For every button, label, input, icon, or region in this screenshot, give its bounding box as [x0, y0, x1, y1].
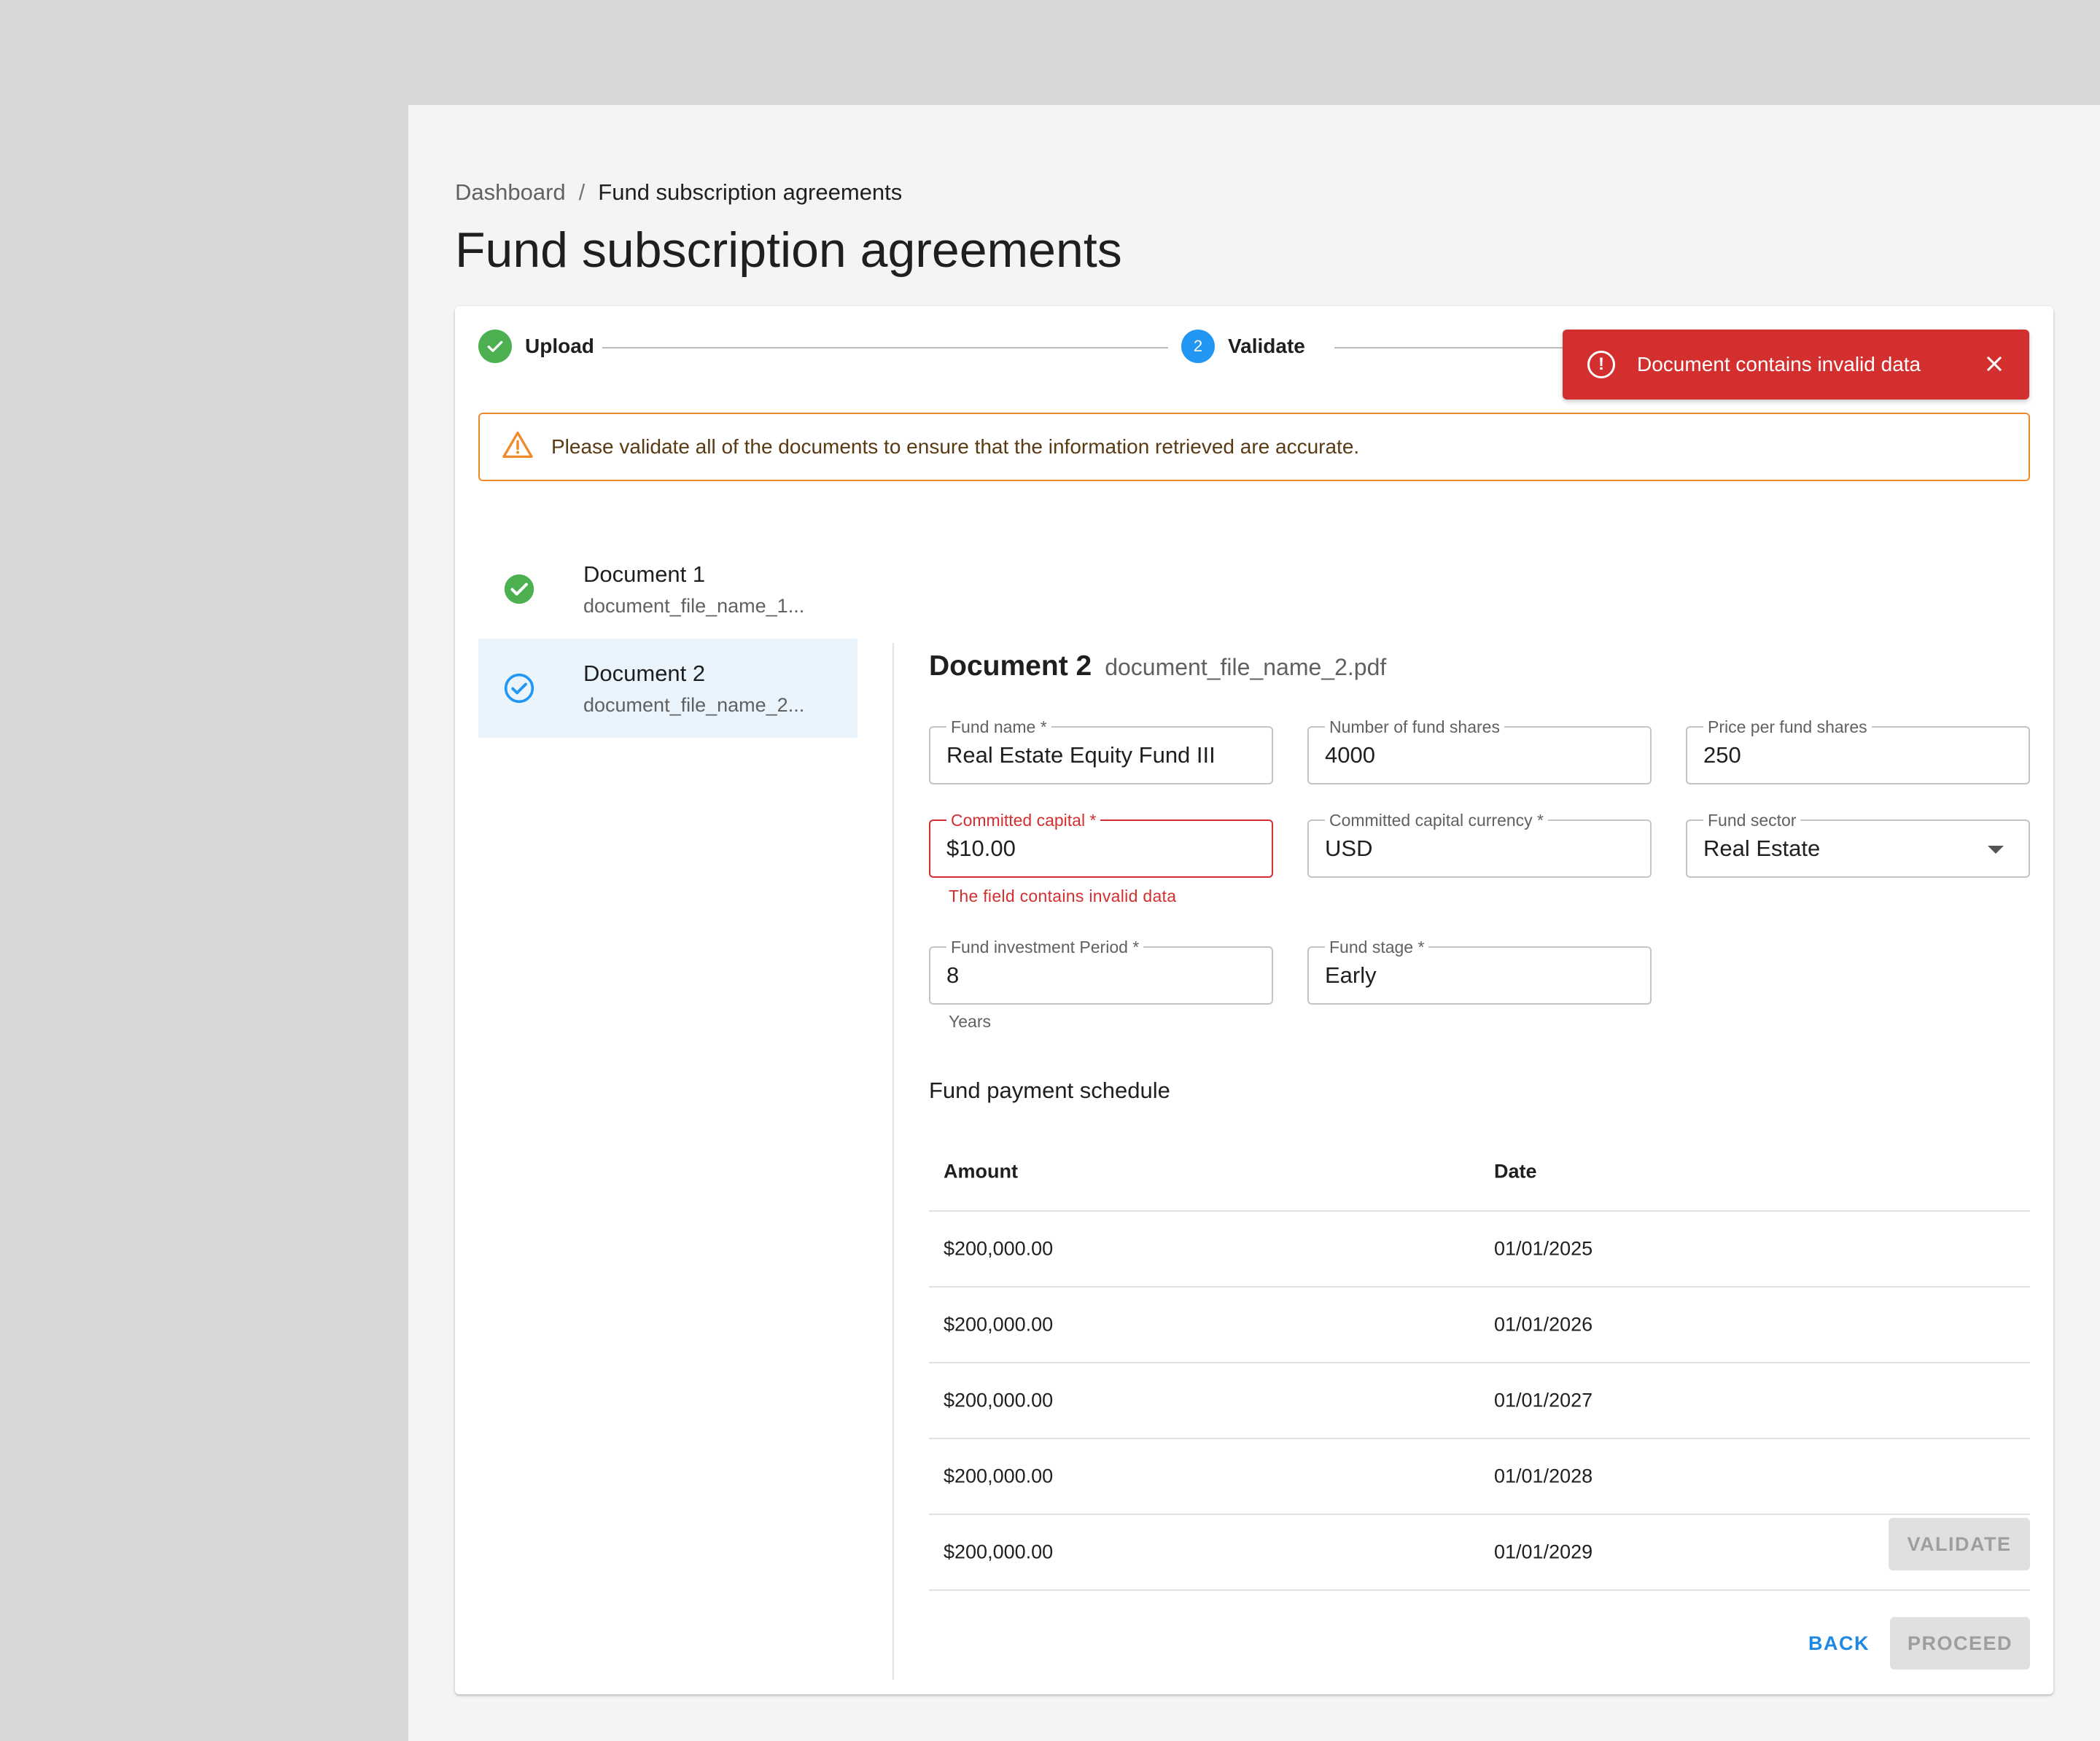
- field-label: Committed capital currency *: [1325, 811, 1548, 830]
- warning-alert: Please validate all of the documents to …: [478, 413, 2030, 481]
- fund-shares-field[interactable]: Number of fund shares 4000: [1307, 717, 1652, 784]
- field-value: 4000: [1325, 742, 1375, 768]
- document-header: Document 2 document_file_name_2.pdf: [929, 650, 1386, 682]
- breadcrumb-current: Fund subscription agreements: [598, 179, 903, 205]
- check-circle-icon: [504, 574, 534, 604]
- document-title: Document 2: [583, 660, 706, 686]
- field-label: Fund sector: [1703, 811, 1801, 830]
- error-circle-icon: !: [1587, 351, 1615, 378]
- main-card: Upload 2 Validate ! Document contains in…: [455, 306, 2053, 1694]
- check-circle-outline-icon: [504, 673, 534, 704]
- date-cell: 01/01/2029: [1494, 1541, 1593, 1563]
- field-helper-text: Years: [949, 1012, 991, 1031]
- table-row: $200,000.00 01/01/2026: [929, 1288, 2030, 1363]
- field-label: Committed capital *: [946, 811, 1101, 830]
- column-header-amount: Amount: [944, 1160, 1018, 1183]
- document-detail-title: Document 2: [929, 650, 1092, 682]
- step-validate[interactable]: 2 Validate: [1181, 330, 1305, 363]
- toast-message: Document contains invalid data: [1637, 353, 1921, 375]
- column-header-date: Date: [1494, 1160, 1537, 1183]
- committed-capital-field[interactable]: Committed capital * $10.00: [929, 811, 1273, 878]
- table-row: $200,000.00 01/01/2025: [929, 1212, 2030, 1288]
- close-icon[interactable]: [1984, 350, 2004, 379]
- field-value: Early: [1325, 962, 1377, 988]
- breadcrumb: Dashboard / Fund subscription agreements: [455, 179, 902, 206]
- field-value: $10.00: [946, 836, 1016, 861]
- document-filename: document_file_name_1...: [583, 594, 805, 617]
- table-row: $200,000.00 01/01/2027: [929, 1363, 2030, 1439]
- field-value: USD: [1325, 836, 1373, 861]
- date-cell: 01/01/2025: [1494, 1237, 1593, 1260]
- table-row: $200,000.00 01/01/2029: [929, 1515, 2030, 1591]
- field-value: 250: [1703, 742, 1741, 768]
- document-list: Document 1 document_file_name_1... Docum…: [478, 540, 858, 738]
- field-label: Price per fund shares: [1703, 717, 1872, 737]
- amount-cell: $200,000.00: [944, 1389, 1054, 1411]
- table-row: $200,000.00 01/01/2028: [929, 1439, 2030, 1515]
- validate-button[interactable]: VALIDATE: [1889, 1518, 2030, 1570]
- step-connector: [1334, 347, 1582, 348]
- page-container: Dashboard / Fund subscription agreements…: [408, 105, 2100, 1741]
- breadcrumb-separator: /: [578, 179, 586, 205]
- payment-schedule-table: Amount Date $200,000.00 01/01/2025 $200,…: [929, 1133, 2030, 1591]
- currency-field[interactable]: Committed capital currency * USD: [1307, 811, 1652, 878]
- document-title: Document 1: [583, 561, 706, 587]
- field-label: Fund stage *: [1325, 938, 1429, 957]
- document-list-item-selected[interactable]: Document 2 document_file_name_2...: [478, 639, 858, 738]
- warning-triangle-icon: [502, 430, 534, 464]
- field-value: 8: [946, 962, 960, 988]
- field-label: Fund name *: [946, 717, 1051, 737]
- step-connector: [602, 347, 1168, 348]
- date-cell: 01/01/2026: [1494, 1313, 1593, 1336]
- amount-cell: $200,000.00: [944, 1237, 1054, 1260]
- field-value: Real Estate Equity Fund III: [946, 742, 1216, 768]
- schedule-title: Fund payment schedule: [929, 1078, 1170, 1103]
- step-upload[interactable]: Upload: [478, 330, 594, 363]
- step-validate-label: Validate: [1228, 335, 1305, 357]
- proceed-button[interactable]: PROCEED: [1890, 1617, 2030, 1670]
- date-cell: 01/01/2027: [1494, 1389, 1593, 1411]
- amount-cell: $200,000.00: [944, 1465, 1054, 1487]
- document-list-item[interactable]: Document 1 document_file_name_1...: [478, 540, 858, 639]
- field-value: Real Estate: [1703, 836, 1821, 861]
- breadcrumb-dashboard-link[interactable]: Dashboard: [455, 179, 566, 206]
- check-icon: [478, 330, 512, 363]
- investment-period-field[interactable]: Fund investment Period * 8: [929, 938, 1273, 1005]
- table-header-row: Amount Date: [929, 1133, 2030, 1212]
- error-toast: ! Document contains invalid data: [1563, 330, 2029, 400]
- back-button[interactable]: BACK: [1791, 1617, 1887, 1670]
- amount-cell: $200,000.00: [944, 1541, 1054, 1563]
- step-number-badge: 2: [1181, 330, 1215, 363]
- fund-name-field[interactable]: Fund name * Real Estate Equity Fund III: [929, 717, 1273, 784]
- document-detail-filename: document_file_name_2.pdf: [1105, 654, 1387, 680]
- page-title: Fund subscription agreements: [455, 222, 1122, 278]
- field-error-text: The field contains invalid data: [949, 887, 1177, 905]
- chevron-down-icon: [1988, 846, 2004, 854]
- amount-cell: $200,000.00: [944, 1313, 1054, 1336]
- vertical-divider: [892, 643, 894, 1680]
- price-per-share-field[interactable]: Price per fund shares 250: [1686, 717, 2030, 784]
- step-upload-label: Upload: [525, 335, 594, 357]
- date-cell: 01/01/2028: [1494, 1465, 1593, 1487]
- alert-message: Please validate all of the documents to …: [551, 435, 1360, 458]
- document-filename: document_file_name_2...: [583, 693, 805, 716]
- field-label: Number of fund shares: [1325, 717, 1504, 737]
- fund-sector-select[interactable]: Fund sector Real Estate: [1686, 811, 2030, 878]
- field-label: Fund investment Period *: [946, 938, 1144, 957]
- fund-stage-field[interactable]: Fund stage * Early: [1307, 938, 1652, 1005]
